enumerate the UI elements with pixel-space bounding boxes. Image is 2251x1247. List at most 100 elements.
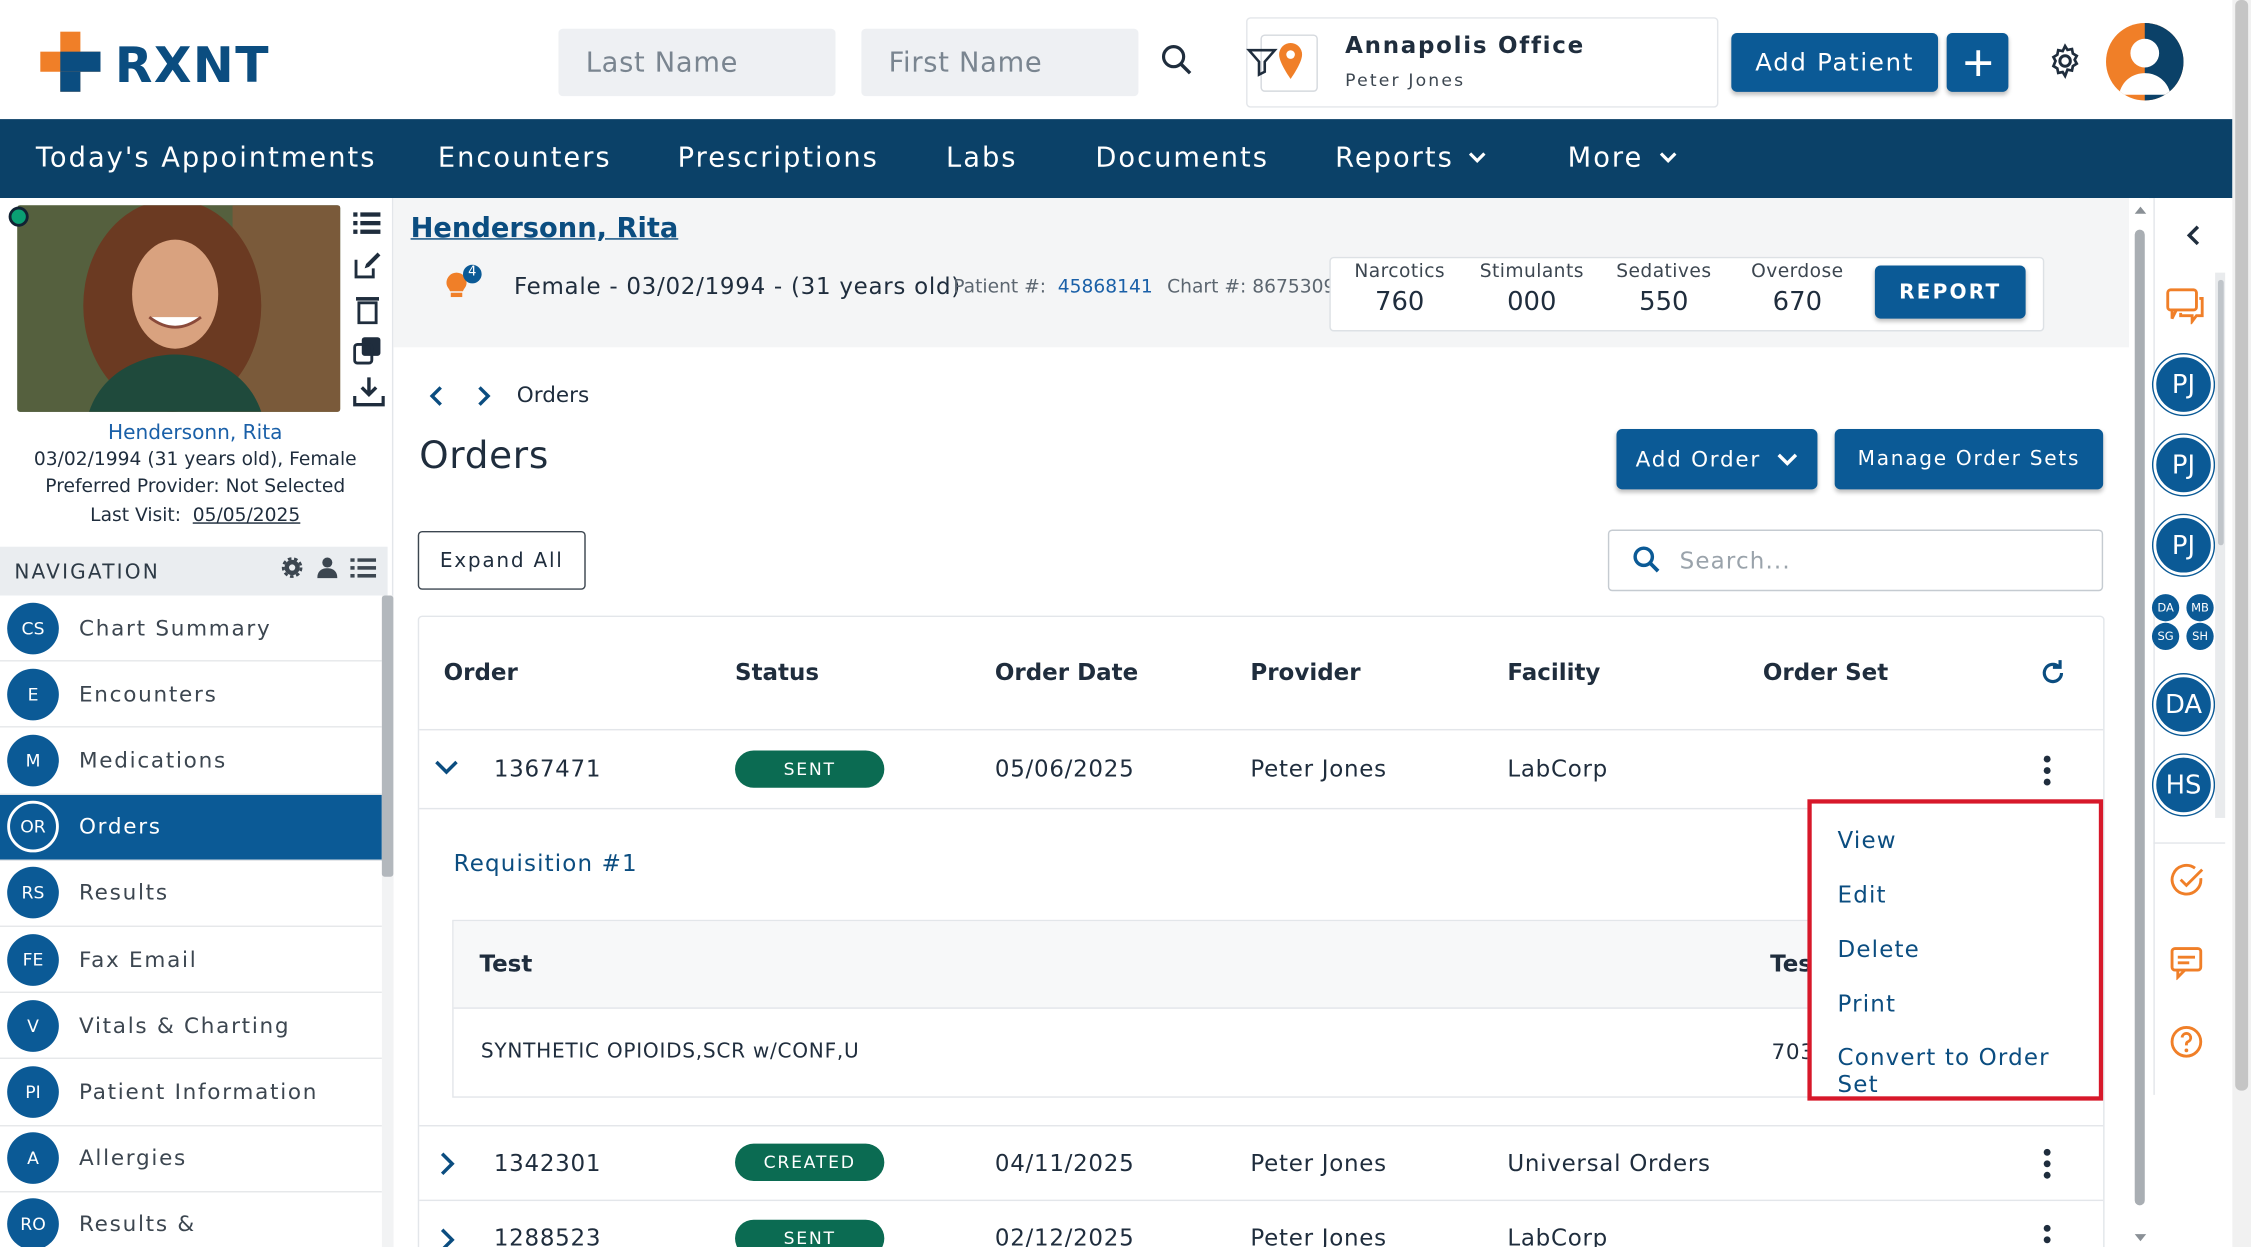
order-id[interactable]: 1342301 <box>494 1149 601 1176</box>
order-date: 02/12/2025 <box>994 1224 1135 1247</box>
content-scroll-thumb[interactable] <box>2134 229 2145 1206</box>
add-plus-button[interactable] <box>1946 33 2009 92</box>
scroll-down-arrow-icon[interactable] <box>2133 1233 2147 1244</box>
sidebar-item-label: Encounters <box>78 681 218 708</box>
search-icon[interactable] <box>1160 43 1194 77</box>
last-visit-date[interactable]: 05/05/2025 <box>193 505 301 527</box>
expand-all-button[interactable]: Expand All <box>417 530 586 590</box>
reports-chevron-down-icon[interactable] <box>1467 149 1487 166</box>
col-header-order-set[interactable]: Order Set <box>1763 659 1888 686</box>
kebab-menu-icon[interactable] <box>2043 755 2052 787</box>
nav-documents[interactable]: Documents <box>1095 119 1269 198</box>
rail-avatar-pj-3[interactable]: PJ <box>2153 515 2214 576</box>
menu-item-convert-to-order-set[interactable]: Convert to Order Set <box>1838 1043 2099 1098</box>
brand-logo[interactable]: RXNT <box>115 37 270 94</box>
sidebar-patient-name[interactable]: Hendersonn, Rita <box>0 422 390 445</box>
forward-chevron-icon[interactable] <box>475 385 492 408</box>
collapse-rail-chevron-icon[interactable] <box>2185 224 2202 247</box>
nav-more[interactable]: More <box>1568 119 1644 198</box>
location-pin-icon <box>1279 43 1303 79</box>
chevron-down-icon <box>1776 453 1797 466</box>
first-name-input[interactable]: First Name <box>861 28 1139 97</box>
rail-avatar-da[interactable]: DA <box>2153 674 2214 735</box>
sidebar-item-chart-summary[interactable]: CS Chart Summary <box>0 596 382 662</box>
refresh-icon[interactable] <box>2039 659 2068 688</box>
order-context-menu: View Edit Delete Print Convert to Order … <box>1807 799 2104 1101</box>
status-badge: CREATED <box>735 1143 885 1181</box>
user-avatar[interactable] <box>2106 22 2184 101</box>
menu-item-delete[interactable]: Delete <box>1838 936 1920 963</box>
sidebar-item-badge: M <box>7 734 59 787</box>
sidebar-item-orders[interactable]: OR Orders <box>0 794 382 861</box>
rail-avatar-hs[interactable]: HS <box>2153 754 2214 816</box>
sidebar-item-patient-information[interactable]: PI Patient Information <box>0 1059 382 1126</box>
rail-avatar-pj-2[interactable]: PJ <box>2153 434 2214 496</box>
rail-avatar-pj-1[interactable]: PJ <box>2153 354 2214 415</box>
manage-order-sets-button[interactable]: Manage Order Sets <box>1834 429 2104 490</box>
sidebar-item-medications[interactable]: M Medications <box>0 728 382 795</box>
report-button[interactable]: REPORT <box>1874 265 2026 319</box>
kebab-menu-icon[interactable] <box>2043 1224 2052 1247</box>
scroll-up-arrow-icon[interactable] <box>2133 204 2147 215</box>
patient-name-link[interactable]: Hendersonn, Rita <box>411 212 679 244</box>
collapse-chevron-icon[interactable] <box>434 758 460 778</box>
sidebar-item-badge: A <box>7 1132 59 1184</box>
col-header-order[interactable]: Order <box>444 659 518 686</box>
help-icon[interactable] <box>2169 1025 2203 1059</box>
nav-reports[interactable]: Reports <box>1335 119 1454 198</box>
more-chevron-down-icon[interactable] <box>1658 149 1678 166</box>
order-id[interactable]: 1367471 <box>494 755 601 782</box>
add-patient-button[interactable]: Add Patient <box>1731 33 1939 92</box>
sidebar-scroll-thumb[interactable] <box>381 595 394 877</box>
alert-count-badge: 4 <box>468 265 477 280</box>
message-icon[interactable] <box>2169 946 2203 981</box>
menu-item-print[interactable]: Print <box>1838 990 1897 1017</box>
menu-item-edit[interactable]: Edit <box>1838 881 1887 908</box>
list-icon[interactable] <box>353 210 382 236</box>
chat-bubbles-icon[interactable] <box>2165 287 2205 325</box>
trash-icon[interactable] <box>353 293 382 325</box>
sidebar-item-allergies[interactable]: A Allergies <box>0 1126 382 1193</box>
nav-todays-appointments[interactable]: Today's Appointments <box>36 119 377 198</box>
col-header-status[interactable]: Status <box>735 659 819 686</box>
back-chevron-icon[interactable] <box>428 385 445 408</box>
sidebar-preferred-provider: Preferred Provider: Not Selected <box>45 476 346 498</box>
kebab-menu-icon[interactable] <box>2043 1148 2052 1180</box>
sidebar-item-fax-email[interactable]: FE Fax Email <box>0 927 382 994</box>
sidebar-item-results[interactable]: RO Results & <box>0 1192 382 1247</box>
menu-item-view[interactable]: View <box>1838 827 1897 854</box>
rail-scroll-thumb[interactable] <box>2217 279 2224 546</box>
nav-encounters[interactable]: Encounters <box>438 119 612 198</box>
last-name-input[interactable]: Last Name <box>558 28 836 97</box>
order-provider: Peter Jones <box>1250 1224 1387 1247</box>
nav-person-icon[interactable] <box>317 557 338 579</box>
office-filter[interactable] <box>1246 34 1318 92</box>
col-header-provider[interactable]: Provider <box>1250 659 1360 686</box>
col-header-order-date[interactable]: Order Date <box>995 659 1138 686</box>
rail-mini-avatar-da[interactable]: DA <box>2151 594 2180 622</box>
copy-icon[interactable] <box>353 336 382 365</box>
rail-mini-avatar-sg[interactable]: SG <box>2151 622 2180 651</box>
nav-list-icon[interactable] <box>350 558 377 578</box>
nav-prescriptions[interactable]: Prescriptions <box>678 119 879 198</box>
sidebar-item-results[interactable]: RS Results <box>0 861 382 927</box>
add-order-button[interactable]: Add Order <box>1616 429 1818 490</box>
nav-labs[interactable]: Labs <box>946 119 1017 198</box>
order-id[interactable]: 1288523 <box>494 1224 601 1247</box>
page-scroll-thumb[interactable] <box>2235 0 2249 1091</box>
download-icon[interactable] <box>353 376 385 408</box>
rail-mini-avatar-sh[interactable]: SH <box>2186 622 2214 651</box>
settings-gear-icon[interactable] <box>2047 43 2083 79</box>
tasks-check-icon[interactable] <box>2169 862 2206 899</box>
divider <box>419 1199 2104 1202</box>
expand-chevron-icon[interactable] <box>438 1151 458 1177</box>
nav-settings-icon[interactable] <box>281 557 303 579</box>
navigation-list: CS Chart Summary E Encounters M Medications OR… <box>0 596 382 1247</box>
edit-icon[interactable] <box>353 251 382 280</box>
patient-number-value[interactable]: 45868141 <box>1058 277 1153 299</box>
sidebar-item-vitals-charting[interactable]: V Vitals & Charting <box>0 993 382 1060</box>
col-header-facility[interactable]: Facility <box>1507 659 1600 686</box>
sidebar-item-encounters[interactable]: E Encounters <box>0 662 382 729</box>
expand-chevron-icon[interactable] <box>438 1227 458 1247</box>
rail-mini-avatar-mb[interactable]: MB <box>2186 594 2214 622</box>
